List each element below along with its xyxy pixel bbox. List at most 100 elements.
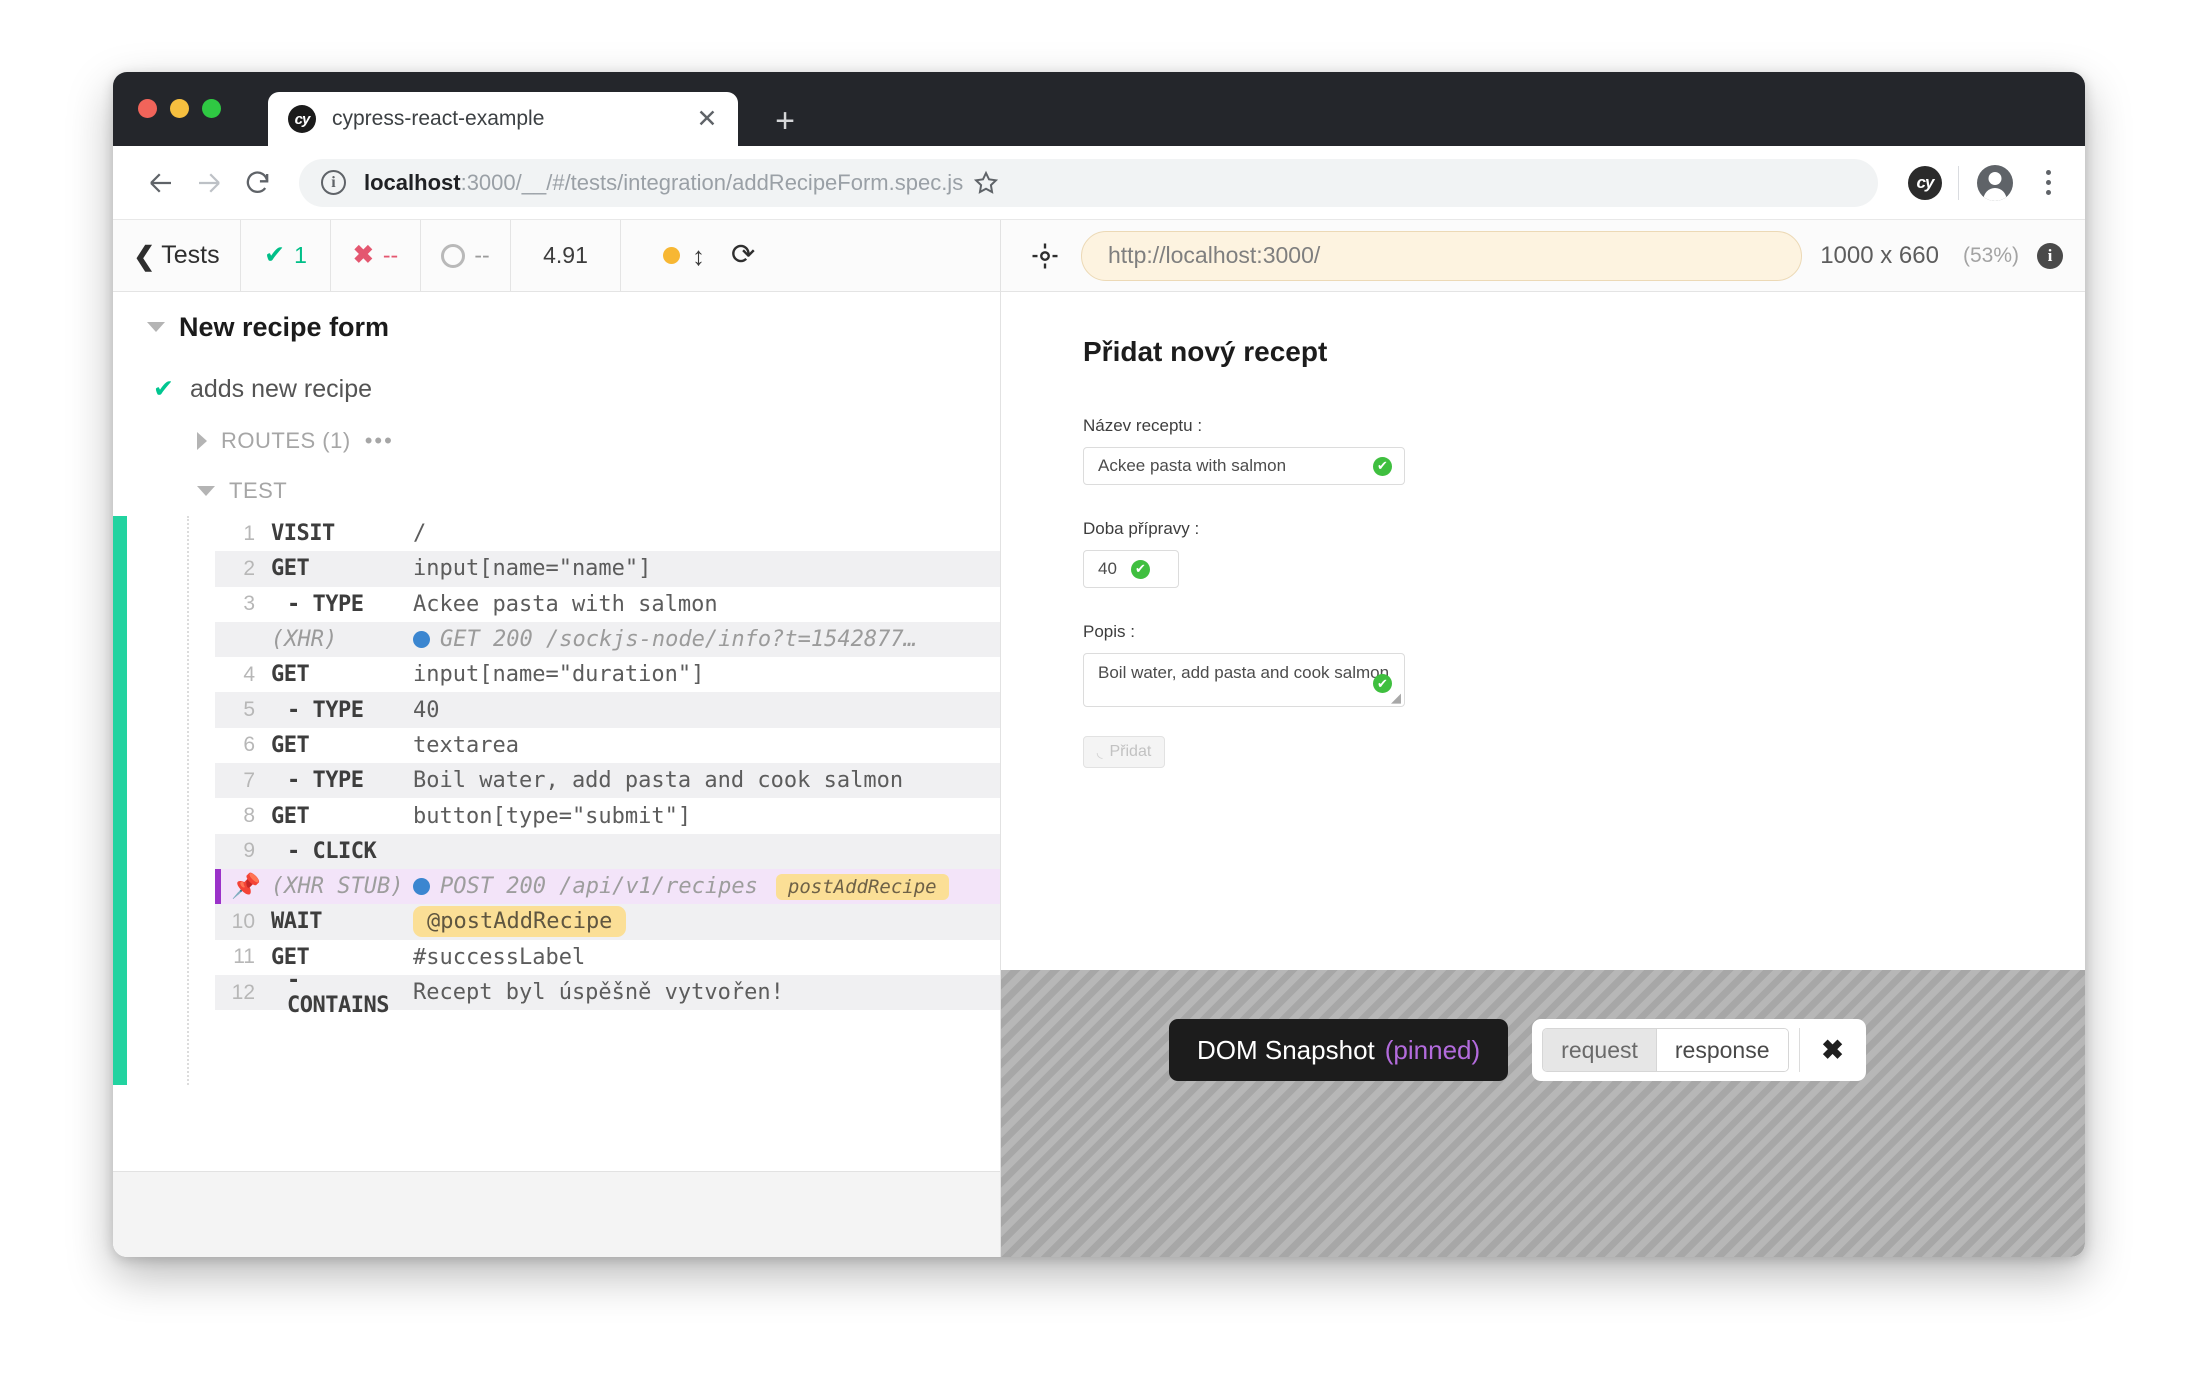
- command-row[interactable]: 8 GET button[type="submit"]: [215, 798, 1000, 834]
- suite-header[interactable]: New recipe form: [113, 292, 1000, 362]
- recipe-name-value: Ackee pasta with salmon: [1098, 456, 1287, 475]
- stat-passed: ✔ 1: [241, 220, 331, 291]
- tab-response[interactable]: response: [1655, 1029, 1788, 1071]
- pending-count: --: [474, 242, 490, 268]
- command-message: #successLabel: [413, 944, 586, 970]
- viewport-toolbar: http://localhost:3000/ 1000 x 660 (53%) …: [1001, 220, 2085, 292]
- command-row[interactable]: 10 WAIT @postAddRecipe: [215, 904, 1000, 940]
- close-icon[interactable]: ✕: [692, 104, 722, 134]
- command-name: - CONTAINS: [287, 967, 389, 1018]
- minimize-window-button[interactable]: [170, 99, 189, 118]
- command-list-wrapper: 1 VISIT / 2 GET input[name="name"] 3 - TYPE Acke…: [113, 516, 1000, 1171]
- close-window-button[interactable]: [138, 99, 157, 118]
- browser-tab[interactable]: cy cypress-react-example ✕: [268, 92, 738, 146]
- request-response-toggle: request response: [1542, 1028, 1789, 1072]
- viewport-info-icon[interactable]: i: [2037, 242, 2063, 269]
- test-status-bar: [113, 516, 127, 1085]
- reload-icon[interactable]: [233, 159, 281, 207]
- app-preview-panel: http://localhost:3000/ 1000 x 660 (53%) …: [1001, 220, 2085, 1257]
- browser-url-bar: i localhost:3000/__/#/tests/integration/…: [113, 146, 2085, 220]
- back-to-tests-button[interactable]: ❮ Tests: [113, 220, 241, 291]
- routes-label: ROUTES (1): [221, 428, 351, 453]
- bookmark-star-icon[interactable]: [963, 160, 1009, 206]
- auto-scroll-status-icon: [663, 247, 680, 264]
- restart-tests-icon[interactable]: ⟳: [731, 241, 755, 270]
- routes-section-header[interactable]: ROUTES (1) •••: [113, 416, 1000, 466]
- command-name: - CLICK: [287, 838, 377, 864]
- xhr-text: GET 200 /sockjs-node/info?t=1542877…: [440, 627, 917, 653]
- command-row[interactable]: 6 GET textarea: [215, 727, 1000, 764]
- command-log-panel: ❮ Tests ✔ 1 ✖ -- -- 4.91 ↕ ⟳ New recipe …: [113, 220, 1001, 1257]
- close-snapshot-icon[interactable]: ✖: [1810, 1035, 1856, 1066]
- selector-playground-icon[interactable]: [1027, 241, 1063, 271]
- command-row[interactable]: 📌 (XHR STUB) POST 200 /api/v1/recipes postA…: [215, 868, 1000, 905]
- auto-scroll-toggle-icon[interactable]: ↕: [692, 243, 705, 269]
- command-message: GET 200 /sockjs-node/info?t=1542877…: [413, 627, 1000, 652]
- suite-title: New recipe form: [179, 311, 390, 342]
- command-message: POST 200 /api/v1/recipes postAddRecipe: [413, 873, 1000, 900]
- command-name: - TYPE: [287, 697, 364, 723]
- maximize-window-button[interactable]: [202, 99, 221, 118]
- test-section-header[interactable]: TEST: [113, 466, 1000, 516]
- description-textarea[interactable]: Boil water, add pasta and cook salmon ✔ …: [1083, 653, 1405, 707]
- xhr-text: POST 200 /api/v1/recipes: [440, 874, 758, 900]
- tab-request[interactable]: request: [1543, 1029, 1656, 1071]
- command-message: button[type="submit"]: [413, 803, 692, 829]
- chevron-right-icon[interactable]: [197, 432, 207, 450]
- command-name: - TYPE: [287, 591, 364, 617]
- stat-duration: 4.91: [511, 220, 621, 291]
- controls-divider: [1798, 1028, 1800, 1072]
- command-number: 4: [243, 662, 255, 686]
- valid-check-icon: ✔: [1130, 559, 1150, 579]
- x-icon: ✖: [352, 241, 374, 269]
- command-name: VISIT: [271, 521, 335, 547]
- command-name: (XHR STUB): [271, 874, 404, 900]
- test-item[interactable]: ✔ adds new recipe: [113, 362, 1000, 416]
- command-row[interactable]: (XHR) GET 200 /sockjs-node/info?t=1542877…: [215, 621, 1000, 658]
- chevron-down-icon[interactable]: [147, 322, 165, 332]
- forward-arrow-icon[interactable]: [185, 159, 233, 207]
- command-row[interactable]: 7 - TYPE Boil water, add pasta and cook sa…: [215, 763, 1000, 799]
- command-message: Boil water, add pasta and cook salmon: [413, 768, 904, 794]
- snapshot-controls: request response ✖: [1532, 1019, 1866, 1081]
- duration-input[interactable]: 40 ✔: [1083, 550, 1179, 588]
- xhr-status-dot-icon: [413, 631, 430, 649]
- test-title: adds new recipe: [189, 374, 373, 403]
- command-row[interactable]: 9 - CLICK: [215, 833, 1000, 869]
- command-number: 10: [231, 909, 255, 933]
- url-path: :3000/__/#/tests/integration/addRecipeFo…: [460, 169, 964, 195]
- command-number: 5: [243, 698, 255, 722]
- command-row[interactable]: 3 - TYPE Ackee pasta with salmon: [215, 586, 1000, 622]
- command-row[interactable]: 1 VISIT /: [215, 516, 1000, 552]
- profile-avatar-icon[interactable]: [1977, 164, 2013, 201]
- omnibox[interactable]: i localhost:3000/__/#/tests/integration/…: [299, 158, 1878, 207]
- command-name: WAIT: [271, 909, 322, 935]
- dom-snapshot-label: DOM Snapshot: [1197, 1034, 1375, 1065]
- site-info-icon[interactable]: i: [321, 170, 346, 195]
- more-options-icon[interactable]: •••: [365, 430, 394, 452]
- cypress-favicon-icon: cy: [288, 105, 316, 133]
- cypress-extension-icon[interactable]: cy: [1908, 165, 1942, 200]
- app-url-display[interactable]: http://localhost:3000/: [1081, 230, 1803, 281]
- command-name: GET: [271, 803, 310, 829]
- command-number: 3: [243, 592, 255, 616]
- window-traffic-lights: [138, 99, 221, 118]
- recipe-name-input[interactable]: Ackee pasta with salmon ✔: [1083, 447, 1405, 485]
- command-row[interactable]: 12 - CONTAINS Recept byl úspěšně vytvořen!: [215, 968, 1000, 1018]
- new-tab-button[interactable]: +: [768, 104, 802, 138]
- browser-menu-icon[interactable]: [2031, 170, 2065, 195]
- pinned-label: (pinned): [1384, 1034, 1481, 1065]
- command-row[interactable]: 2 GET input[name="name"]: [215, 551, 1000, 587]
- test-section-label: TEST: [229, 478, 288, 503]
- submit-button[interactable]: ◟ Přidat: [1083, 736, 1165, 768]
- resize-handle-icon[interactable]: ◢: [1391, 691, 1401, 704]
- command-row[interactable]: 4 GET input[name="duration"]: [215, 657, 1000, 693]
- command-row[interactable]: 5 - TYPE 40: [215, 692, 1000, 728]
- chevron-down-icon[interactable]: [197, 486, 215, 496]
- back-arrow-icon[interactable]: [137, 159, 185, 207]
- valid-check-icon: ✔: [1373, 456, 1392, 476]
- command-number: 8: [243, 804, 255, 828]
- pin-icon[interactable]: 📌: [221, 872, 271, 901]
- description-value: Boil water, add pasta and cook salmon: [1098, 663, 1390, 682]
- browser-tab-strip: cy cypress-react-example ✕ +: [113, 72, 2085, 146]
